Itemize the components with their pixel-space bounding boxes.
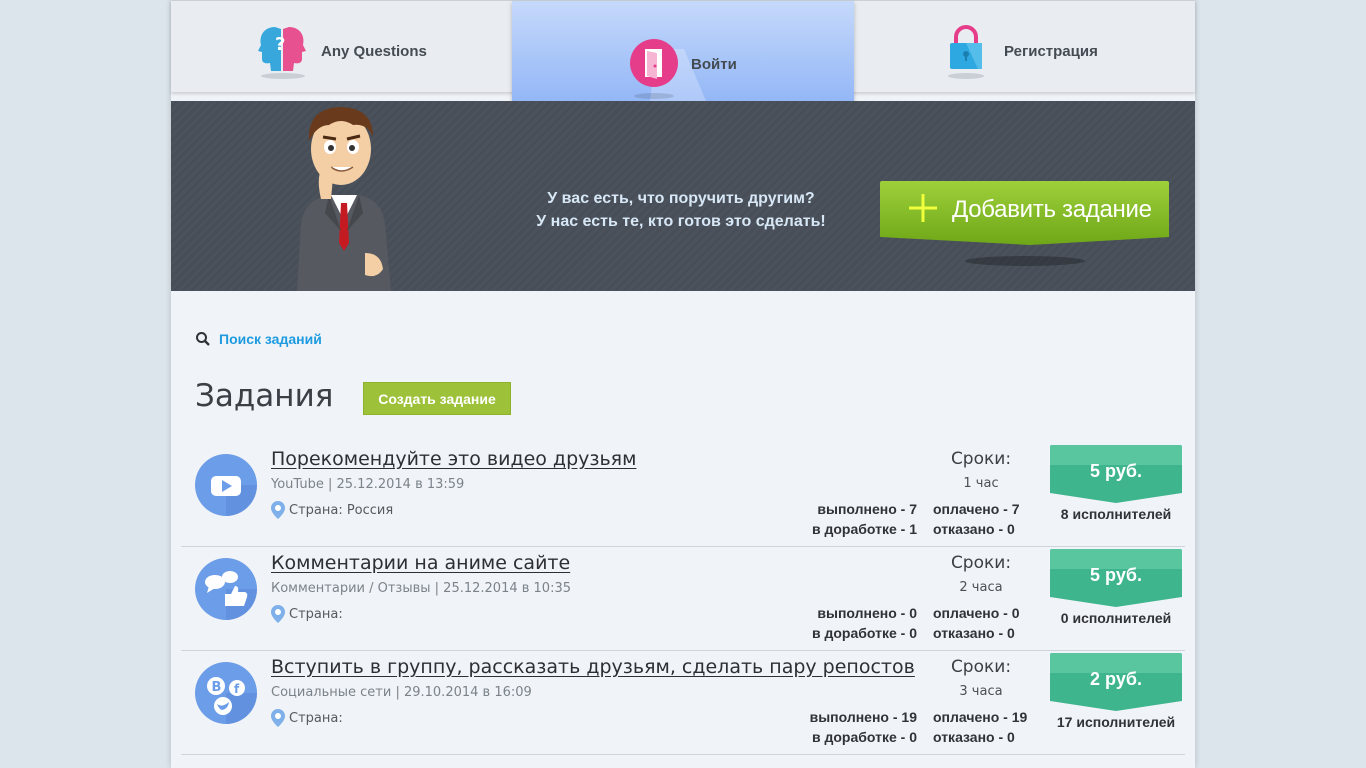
location-pin-icon [271,709,285,727]
page-title: Задания [195,378,334,414]
deadline-value: 1 час [963,476,999,491]
deadline-heading: Сроки: [950,553,1012,573]
task-meta: Комментарии / Отзывы | 25.12.2014 в 10:3… [271,581,572,596]
stat-done: выполнено - 19 [809,709,917,725]
banner-line-1: У вас есть, что поручить другим? [547,190,815,207]
stat-rework: в доработке - 1 [812,521,917,537]
nav-label-login: Войти [691,56,737,73]
create-task-button[interactable]: Создать задание [363,382,511,415]
social-networks-icon: B f [195,662,257,724]
stat-paid: оплачено - 19 [933,709,1028,725]
banner-line-2: У нас есть те, кто готов это сделать! [536,213,826,230]
price-badge[interactable]: 5 руб. [1050,445,1182,505]
stat-paid: оплачено - 0 [933,605,1020,621]
search-tasks-link[interactable]: Поиск заданий [195,331,322,347]
stat-rework: в доработке - 0 [812,729,917,745]
price-label: 5 руб. [1090,565,1142,585]
deadline-value: 3 часа [959,684,1003,699]
search-tasks-label: Поиск заданий [219,331,322,347]
performers-count: 0 исполнителей [1060,610,1172,626]
task-row: B f Вступить в группу, рассказать друзья… [181,651,1185,755]
add-task-banner-label: Добавить задание [952,196,1152,223]
stat-rework: в доработке - 0 [812,625,917,641]
stat-paid: оплачено - 7 [933,501,1020,517]
price-label: 2 руб. [1090,669,1142,689]
task-title[interactable]: Вступить в группу, рассказать друзьям, с… [271,656,915,678]
task-row: Порекомендуйте это видео друзьям YouTube… [181,443,1185,547]
performers-count: 8 исполнителей [1060,506,1172,522]
stat-done: выполнено - 0 [817,605,917,621]
price-badge[interactable]: 5 руб. [1050,549,1182,609]
heads-question-icon: ? [258,27,306,79]
stat-done: выполнено - 7 [817,501,917,517]
price-label: 5 руб. [1090,461,1142,481]
svg-text:f: f [234,682,240,696]
nav-item-any-questions[interactable]: ? Any Questions [171,1,512,93]
nav-label-registration: Регистрация [1004,43,1098,60]
task-title[interactable]: Порекомендуйте это видео друзьям [271,448,636,470]
location-pin-icon [271,501,285,519]
task-country: Страна: [271,605,343,623]
task-meta: Социальные сети | 29.10.2014 в 16:09 [271,685,532,700]
stat-refused: отказано - 0 [933,625,1015,641]
location-pin-icon [271,605,285,623]
deadline-value: 2 часа [959,580,1003,595]
page: ? Any Questions Войти Регистрация У вас … [171,0,1195,768]
top-nav: ? Any Questions Войти Регистрация [171,0,1195,121]
task-country: Страна: [271,709,343,727]
task-title[interactable]: Комментарии на аниме сайте [271,552,570,574]
stat-refused: отказано - 0 [933,521,1015,537]
add-task-banner-button[interactable]: Добавить задание [880,181,1169,266]
plus-icon [909,194,937,222]
task-meta: YouTube | 25.12.2014 в 13:59 [271,477,465,492]
performers-count: 17 исполнителей [1056,714,1176,730]
svg-text:B: B [212,680,222,695]
task-country-label: Страна: [289,710,343,726]
deadline-heading: Сроки: [950,449,1012,469]
svg-text:?: ? [275,34,285,55]
lock-icon [948,25,984,79]
promo-banner: У вас есть, что поручить другим? У нас е… [171,101,1195,291]
businessman-illustration [297,107,391,291]
banner-text: У вас есть, что поручить другим? У нас е… [501,187,861,233]
youtube-icon [195,454,257,516]
nav-label-any-questions: Any Questions [321,43,427,60]
nav-item-registration[interactable]: Регистрация [854,1,1195,93]
price-badge[interactable]: 2 руб. [1050,653,1182,713]
stat-refused: отказано - 0 [933,729,1015,745]
deadline-heading: Сроки: [950,657,1012,677]
task-country-label: Страна: [289,606,343,622]
task-country: Страна: Россия [271,501,393,519]
search-icon [196,332,210,346]
task-row: Комментарии на аниме сайте Комментарии /… [181,547,1185,651]
task-country-label: Страна: Россия [289,502,394,518]
comments-like-icon [195,558,257,620]
